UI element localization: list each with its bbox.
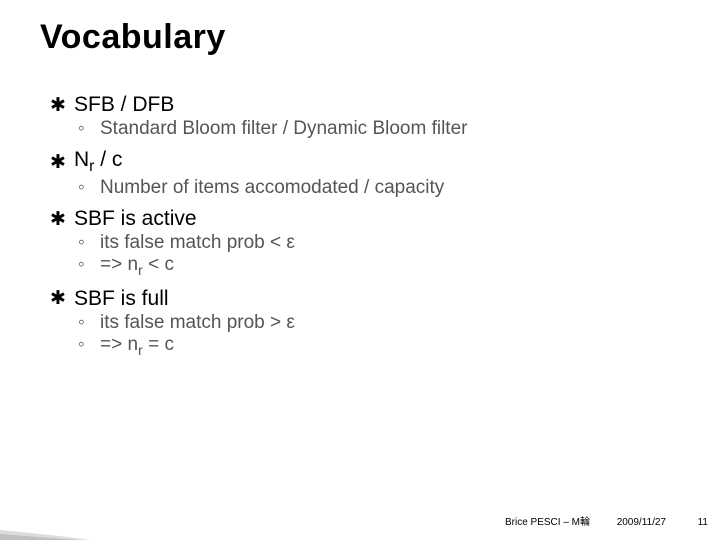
- slide-title: Vocabulary: [40, 18, 680, 57]
- sub-item-text: => nr = c: [100, 334, 174, 359]
- sub-item-text: its false match prob < ε: [100, 232, 295, 254]
- item-head-text: SFB / DFB: [74, 93, 174, 117]
- list-item: ✱ SBF is full ◦ its false match prob > ε…: [50, 287, 680, 359]
- sub-item: ◦ => nr = c: [78, 334, 680, 359]
- list-item: ✱ Nr / c ◦ Number of items accomodated /…: [50, 148, 680, 199]
- footer-page-number: 11: [698, 517, 708, 528]
- sub-bullet-icon: ◦: [78, 118, 92, 140]
- bullet-icon: ✱: [50, 153, 62, 172]
- slide-content: Vocabulary ✱ SFB / DFB ◦ Standard Bloom …: [0, 0, 720, 359]
- footer-author: Brice PESCI – M輪: [505, 513, 590, 528]
- item-head: ✱ SBF is full: [50, 287, 680, 311]
- sub-list: ◦ its false match prob < ε ◦ => nr < c: [50, 232, 680, 279]
- sub-bullet-icon: ◦: [78, 334, 92, 356]
- sub-item: ◦ its false match prob > ε: [78, 312, 680, 334]
- bullet-icon: ✱: [50, 210, 62, 229]
- item-head-text: SBF is full: [74, 287, 169, 311]
- footer-date: 2009/11/27: [617, 517, 666, 528]
- item-head-text: SBF is active: [74, 207, 197, 231]
- item-head-text: Nr / c: [74, 148, 122, 176]
- sub-item-text: Standard Bloom filter / Dynamic Bloom fi…: [100, 118, 467, 140]
- item-head: ✱ Nr / c: [50, 148, 680, 176]
- bullet-icon: ✱: [50, 289, 62, 308]
- sub-list: ◦ its false match prob > ε ◦ => nr = c: [50, 312, 680, 359]
- list-item: ✱ SFB / DFB ◦ Standard Bloom filter / Dy…: [50, 93, 680, 140]
- sub-item-text: its false match prob > ε: [100, 312, 295, 334]
- corner-decoration-icon: [0, 510, 90, 540]
- sub-list: ◦ Number of items accomodated / capacity: [50, 177, 680, 199]
- sub-item: ◦ Standard Bloom filter / Dynamic Bloom …: [78, 118, 680, 140]
- item-head: ✱ SBF is active: [50, 207, 680, 231]
- item-head: ✱ SFB / DFB: [50, 93, 680, 117]
- sub-bullet-icon: ◦: [78, 312, 92, 334]
- sub-bullet-icon: ◦: [78, 232, 92, 254]
- list-item: ✱ SBF is active ◦ its false match prob <…: [50, 207, 680, 279]
- main-list: ✱ SFB / DFB ◦ Standard Bloom filter / Dy…: [40, 93, 680, 359]
- bullet-icon: ✱: [50, 96, 62, 115]
- sub-list: ◦ Standard Bloom filter / Dynamic Bloom …: [50, 118, 680, 140]
- sub-item: ◦ => nr < c: [78, 254, 680, 279]
- sub-bullet-icon: ◦: [78, 254, 92, 276]
- sub-bullet-icon: ◦: [78, 177, 92, 199]
- sub-item: ◦ its false match prob < ε: [78, 232, 680, 254]
- sub-item-text: => nr < c: [100, 254, 174, 279]
- sub-item-text: Number of items accomodated / capacity: [100, 177, 444, 199]
- sub-item: ◦ Number of items accomodated / capacity: [78, 177, 680, 199]
